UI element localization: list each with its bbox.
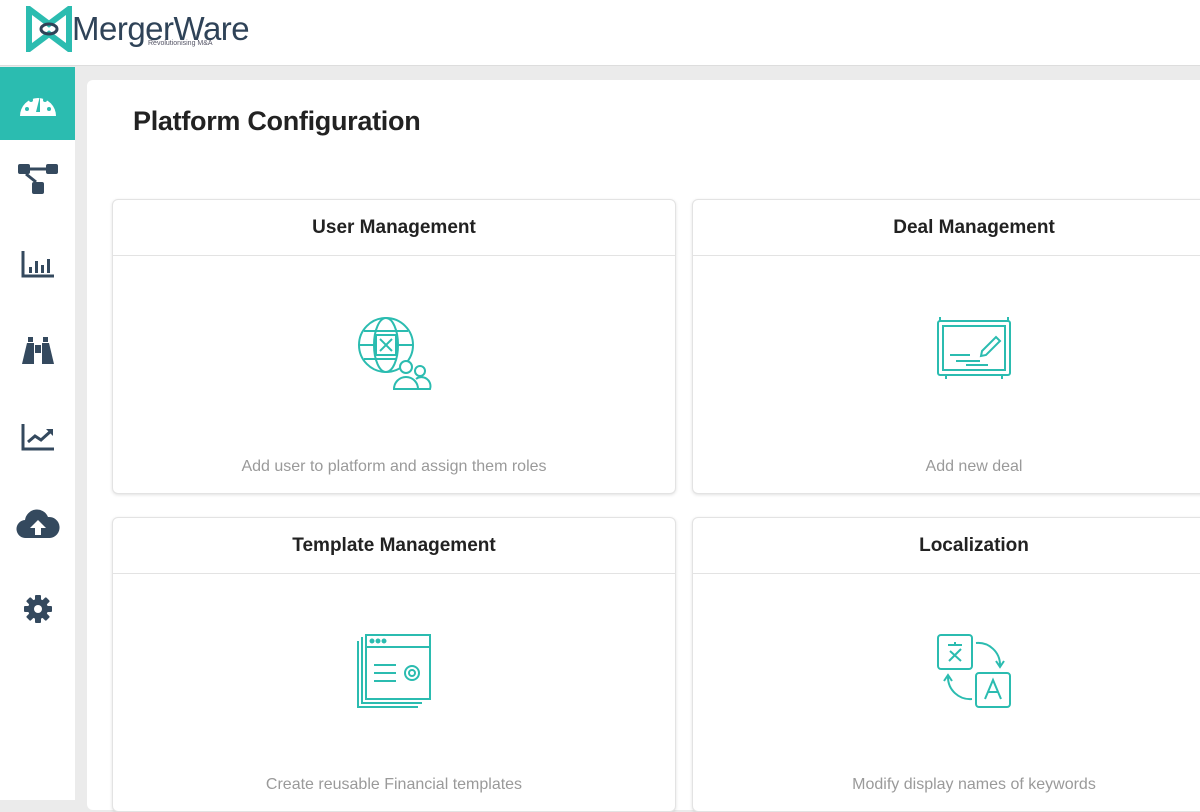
card-description: Add new deal (925, 458, 1023, 475)
globe-users-icon (358, 317, 432, 390)
board-pencil-icon (937, 317, 1011, 379)
header: MergerWare Revolutionising M&A (0, 0, 1200, 66)
sidebar-item-workflow[interactable] (0, 142, 75, 215)
dashboard-icon (19, 95, 56, 116)
card-localization[interactable]: Localization Modify display names of key… (692, 517, 1200, 812)
page-title: Platform Configuration (133, 106, 421, 136)
card-title: User Management (113, 200, 675, 256)
gear-icon (23, 594, 52, 623)
binoculars-icon (21, 336, 54, 364)
sidebar-item-settings[interactable] (0, 572, 75, 645)
cloud-upload-icon (15, 509, 60, 538)
card-title: Localization (693, 518, 1200, 574)
brand-tagline: Revolutionising M&A (148, 40, 213, 47)
sidebar-item-explore[interactable] (0, 314, 75, 387)
sidebar-item-dashboard[interactable] (0, 67, 75, 140)
line-chart-icon (21, 423, 54, 450)
sidebar-item-analytics[interactable] (0, 400, 75, 473)
card-description: Modify display names of keywords (852, 776, 1096, 793)
workflow-icon (17, 163, 58, 194)
bar-chart-icon (21, 250, 54, 277)
logo[interactable]: MergerWare (26, 6, 250, 52)
sidebar-item-upload[interactable] (0, 487, 75, 560)
card-template-management[interactable]: Template Management Create reusable Fina… (112, 517, 676, 812)
mergerware-logo-icon (26, 6, 72, 52)
card-title: Template Management (113, 518, 675, 574)
translate-icon (937, 634, 1011, 708)
card-user-management[interactable]: User Management Add user to platform and… (112, 199, 676, 494)
template-gear-icon (357, 634, 431, 708)
card-title: Deal Management (693, 200, 1200, 256)
main-panel: Platform Configuration User Management A… (87, 80, 1200, 812)
card-description: Create reusable Financial templates (265, 776, 523, 793)
sidebar (0, 67, 75, 800)
card-deal-management[interactable]: Deal Management Add new deal (692, 199, 1200, 494)
sidebar-item-reports[interactable] (0, 227, 75, 300)
card-description: Add user to platform and assign them rol… (241, 458, 547, 475)
